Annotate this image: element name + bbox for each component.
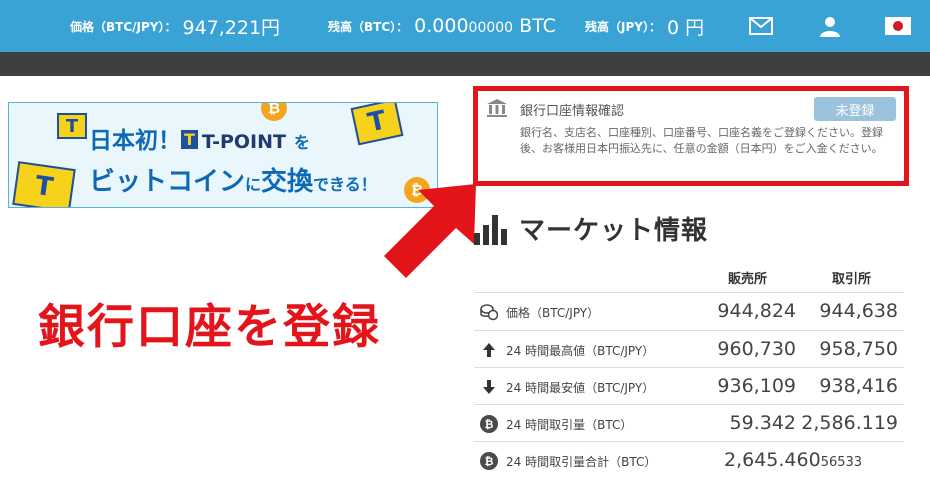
jpy-balance-stat: 残高（JPY）： 0 円 — [585, 0, 704, 52]
tpoint-box-icon: T — [12, 161, 76, 207]
unregistered-badge[interactable]: 未登録 — [814, 97, 896, 121]
japan-flag-icon[interactable] — [885, 14, 911, 38]
table-row: 24 時間最高値（BTC/JPY） 960,730 958,750 — [474, 330, 904, 367]
exchange-value: 938,416 — [819, 375, 898, 397]
nav-bar — [0, 52, 930, 76]
btc-balance-main: 0.000 — [414, 15, 469, 37]
bank-info-title: 銀行口座情報確認 — [520, 104, 625, 119]
row-label: 価格（BTC/JPY） — [506, 306, 600, 320]
bitcoin-icon: ₿ — [480, 415, 498, 433]
bank-info-panel[interactable]: 銀行口座情報確認 未登録 銀行名、支店名、口座種別、口座番号、口座名義をご登録く… — [473, 86, 909, 186]
table-row: 24 時間最安値（BTC/JPY） 936,109 938,416 — [474, 367, 904, 404]
table-row-total: ₿ 24 時間取引量合計（BTC） 2,645.46056533 — [474, 441, 904, 479]
top-header: 価格（BTC/JPY）： 947,221円 残高（BTC）： 0.0000000… — [0, 0, 930, 52]
banner-text: を — [294, 133, 311, 152]
user-icon[interactable] — [817, 14, 843, 38]
price-label: 価格（BTC/JPY）： — [70, 19, 177, 34]
btc-balance-unit: BTC — [513, 15, 556, 37]
bank-icon — [486, 98, 508, 122]
market-info-heading: マーケット情報 — [473, 210, 708, 247]
arrow-down-icon — [480, 378, 498, 396]
sales-value: 936,109 — [717, 375, 796, 397]
sales-value: 59.342 — [729, 412, 796, 434]
table-row: ₿ 24 時間取引量（BTC） 59.342 2,586.119 — [474, 404, 904, 441]
price-value: 947,221円 — [182, 16, 281, 39]
column-header-sales: 販売所 — [728, 272, 768, 287]
row-label: 24 時間取引量（BTC） — [506, 418, 633, 432]
pointer-arrow-icon — [384, 184, 476, 278]
banner-text: 交換 — [261, 167, 314, 197]
banner-text: T-POINT — [201, 131, 286, 153]
tpoint-box-icon: T — [350, 103, 404, 146]
banner-text: に — [245, 175, 262, 194]
column-header-exchange: 取引所 — [832, 272, 872, 287]
row-label: 24 時間取引量合計（BTC） — [506, 455, 657, 469]
exchange-value: 2,586.119 — [801, 412, 898, 434]
jpy-balance-value: 0 円 — [666, 16, 705, 39]
btc-balance-dim: 00000 — [468, 20, 514, 36]
tpoint-box-icon: T — [57, 113, 87, 139]
arrow-up-icon — [480, 341, 498, 359]
sales-value: 960,730 — [717, 338, 796, 360]
mail-icon[interactable] — [748, 14, 774, 38]
bitcoin-symbol: ₿ — [480, 415, 498, 433]
banner-headline-1: 日本初！ T T-POINT を — [89, 121, 310, 155]
bitcoin-symbol: ₿ — [480, 452, 498, 470]
tpoint-logo-icon: T — [181, 130, 198, 149]
row-label: 24 時間最高値（BTC/JPY） — [506, 344, 655, 358]
btc-balance-stat: 残高（BTC）： 0.00000000 BTC — [328, 0, 556, 52]
register-bank-annotation: 銀行口座を登録 — [38, 300, 381, 355]
banner-text: ビットコイン — [89, 167, 246, 197]
row-label: 24 時間最安値（BTC/JPY） — [506, 381, 655, 395]
banner-headline-2: ビットコインに交換できる！ — [89, 161, 377, 198]
banner-text: できる！ — [313, 175, 377, 194]
total-volume-value: 2,645.46056533 — [724, 449, 862, 471]
bank-info-description: 銀行名、支店名、口座種別、口座番号、口座名義をご登録ください。登録後、お客様用日… — [520, 126, 883, 155]
total-volume-main: 2,645.460 — [724, 449, 821, 471]
btc-balance-label: 残高（BTC）： — [328, 19, 409, 34]
bitcoin-coin-icon: ₿ — [261, 103, 287, 121]
exchange-value: 958,750 — [819, 338, 898, 360]
tpoint-banner[interactable]: T T T ₿ ₿ 日本初！ T T-POINT を ビットコインに交換できる！ — [8, 102, 438, 208]
total-volume-dim: 56533 — [820, 455, 863, 470]
bitcoin-icon: ₿ — [480, 452, 498, 470]
coins-icon — [480, 303, 498, 321]
banner-text: 日本初！ — [89, 128, 181, 154]
sales-value: 944,824 — [717, 300, 796, 322]
market-info-title: マーケット情報 — [519, 216, 709, 246]
price-stat: 価格（BTC/JPY）： 947,221円 — [70, 0, 280, 52]
table-row: 価格（BTC/JPY） 944,824 944,638 — [474, 292, 904, 329]
btc-balance-value: 0.00000000 BTC — [414, 15, 556, 37]
jpy-balance-label: 残高（JPY）： — [585, 19, 661, 34]
bar-chart-icon — [474, 214, 507, 245]
exchange-value: 944,638 — [819, 300, 898, 322]
